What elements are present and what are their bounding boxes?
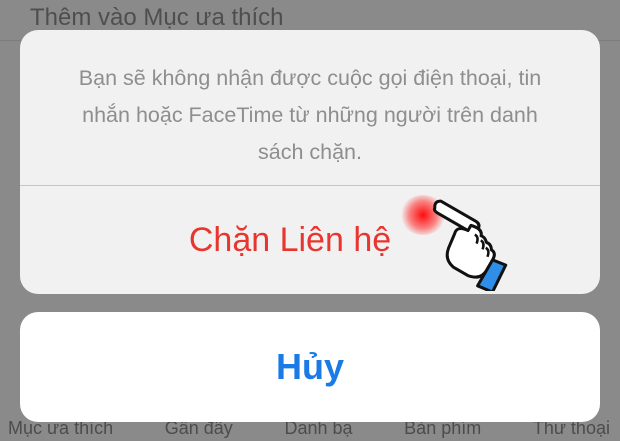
action-sheet-message: Bạn sẽ không nhận được cuộc gọi điện tho… <box>20 30 600 186</box>
block-contact-label: Chặn Liên hệ <box>188 220 392 259</box>
pointing-hand-icon <box>432 199 508 291</box>
cancel-button[interactable]: Hủy <box>20 312 600 422</box>
add-to-favorites-label: Thêm vào Mục ưa thích <box>30 4 284 31</box>
cancel-label: Hủy <box>275 346 344 387</box>
